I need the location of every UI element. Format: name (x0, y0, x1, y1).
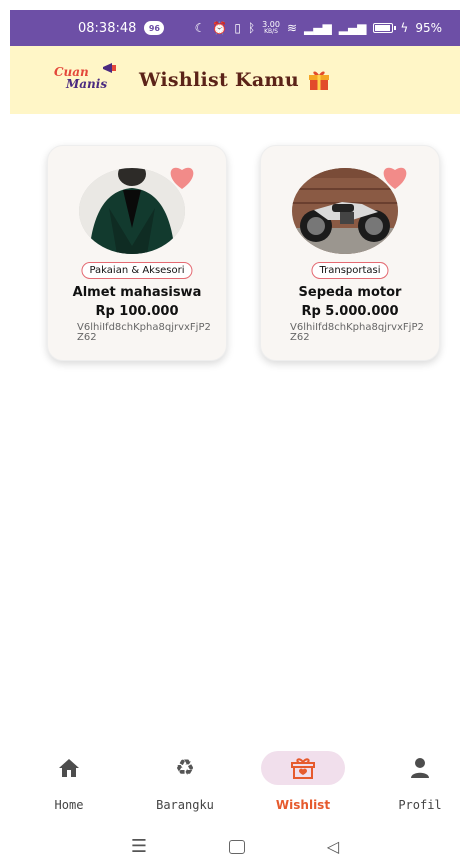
battery-level: 95% (415, 21, 442, 35)
notification-badge: 96 (144, 21, 165, 35)
system-navigation: ☰ ◁ (0, 834, 470, 859)
bluetooth-icon: ᛒ (247, 21, 256, 35)
nav-wishlist[interactable]: Wishlist (248, 751, 358, 821)
nav-barangku[interactable]: ♻ Barangku (130, 751, 240, 821)
home-square-icon[interactable] (228, 839, 245, 854)
alarm-icon: ⏰ (212, 21, 228, 35)
wishlist-card[interactable]: Transportasi Sepeda motor Rp 5.000.000 V… (260, 145, 440, 361)
megaphone-icon (103, 63, 116, 73)
product-price: Rp 5.000.000 (301, 304, 399, 319)
product-name: Sepeda motor (298, 285, 402, 300)
product-id: V6lhiIfd8chKpha8qjrvxFjP2Z62 (290, 322, 424, 343)
wifi-icon: ≋ (286, 21, 298, 35)
recycle-icon: ♻ (175, 755, 195, 781)
moon-icon: ☾ (194, 21, 206, 35)
nav-label: Barangku (156, 798, 214, 812)
wishlist-card[interactable]: Pakaian & Aksesori Almet mahasiswa Rp 10… (47, 145, 227, 361)
logo-text-2: Manis (66, 77, 108, 91)
app-header: Cuan Manis Wishlist Kamu (10, 46, 460, 114)
nav-profil[interactable]: Profil (365, 751, 470, 821)
signal-icon: ▂▄▆ (304, 21, 332, 35)
home-icon (59, 759, 79, 777)
nav-home[interactable]: Home (14, 751, 124, 821)
data-speed: 3.00 KB/S (262, 20, 280, 36)
heart-icon[interactable] (381, 164, 409, 190)
nav-label: Profil (398, 798, 442, 812)
category-tag: Transportasi (311, 262, 389, 279)
bottom-navigation: Home ♻ Barangku Wishlist Profil (0, 745, 470, 825)
nav-label: Home (54, 798, 84, 812)
product-id: V6lhiIfd8chKpha8qjrvxFjP2Z62 (77, 322, 211, 343)
vibrate-icon: ▯ (234, 21, 241, 35)
app-logo: Cuan Manis (54, 63, 118, 96)
menu-icon[interactable]: ☰ (131, 836, 147, 857)
product-price: Rp 100.000 (95, 304, 179, 319)
person-icon (411, 758, 429, 778)
status-time: 08:38:48 (78, 20, 137, 36)
status-bar: 08:38:48 96 ☾ ⏰ ▯ ᛒ 3.00 KB/S ≋ ▂▄▆ ▂▄▆ … (10, 10, 460, 46)
charging-icon: ϟ (400, 21, 409, 35)
product-name: Almet mahasiswa (72, 285, 202, 300)
gift-box-icon (291, 758, 315, 779)
back-icon[interactable]: ◁ (327, 837, 339, 856)
nav-label: Wishlist (275, 798, 331, 812)
heart-icon[interactable] (168, 164, 196, 190)
battery-icon (373, 23, 397, 33)
signal-icon-2: ▂▄▆ (338, 21, 367, 35)
category-tag: Pakaian & Aksesori (81, 262, 193, 279)
page-title: Wishlist Kamu (139, 69, 299, 91)
gift-icon (308, 71, 329, 90)
